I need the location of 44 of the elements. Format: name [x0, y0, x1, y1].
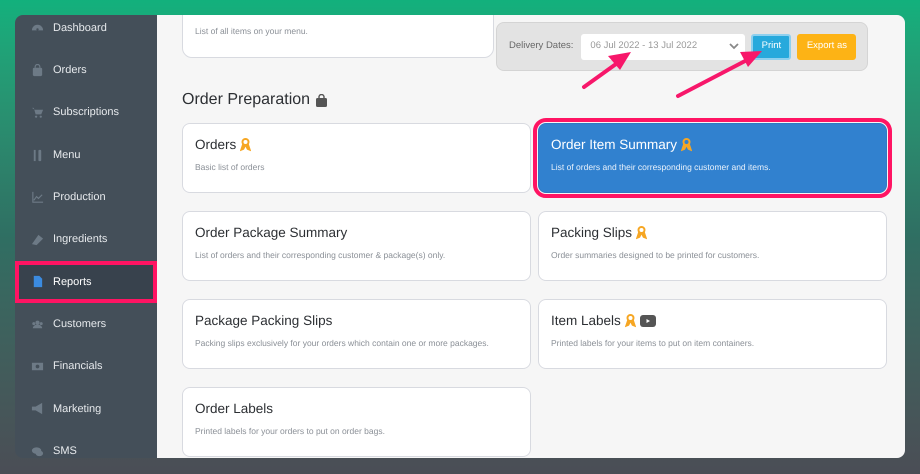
megaphone-icon	[31, 402, 44, 416]
card-description: List of all items on your menu.	[195, 25, 309, 38]
sidebar-item[interactable]: Marketing	[15, 388, 157, 430]
card-title: Order Item Summary	[551, 136, 678, 154]
report-card[interactable]: Packing Slips Order summaries designed to be printed for customers.	[538, 211, 887, 281]
document-icon	[31, 275, 44, 288]
sidebar-item[interactable]: SMS	[15, 430, 157, 458]
bag-icon	[31, 64, 44, 77]
card-description: List of orders and their corresponding customer & package(s) only.	[195, 249, 446, 262]
sidebar-item[interactable]: Ingredients	[15, 218, 157, 261]
sidebar-item[interactable]: Production	[15, 176, 157, 218]
card-description: Basic list of orders	[195, 161, 266, 174]
chevron-down-icon	[729, 43, 740, 50]
sidebar-item[interactable]: Financials	[15, 345, 157, 388]
chart-icon	[31, 190, 44, 204]
sidebar-item[interactable]: Customers	[15, 303, 157, 346]
card-title: Packing Slips	[551, 224, 632, 242]
section-title: Order Preparation	[182, 90, 310, 110]
card-description: Order summaries designed to be printed for customers.	[551, 249, 760, 262]
card-title: Package Packing Slips	[195, 312, 332, 330]
sidebar-item[interactable]: Subscriptions	[15, 92, 157, 134]
shopping-bag-icon	[315, 94, 328, 106]
card-title: Orders	[195, 136, 236, 154]
card-description: Packing slips exclusively for your orders which contain one or more packages.	[195, 337, 490, 350]
people-icon	[31, 318, 44, 331]
sidebar-item[interactable]: Menu	[15, 134, 157, 176]
report-card[interactable]: Order Package Summary List of orders and their corresponding customer & package(s) only.	[182, 211, 531, 281]
annotation-arrow	[582, 52, 631, 89]
sidebar-item[interactable]: Reports	[15, 260, 157, 304]
card-description: List of orders and their corresponding customer and items.	[551, 161, 772, 174]
filter-label: Delivery Dates:	[509, 39, 574, 54]
card-description: Printed labels for your items to put on item containers.	[551, 337, 756, 350]
report-card[interactable]: Package Packing Slips Packing slips exclusively for your orders which contain one or more packages.	[182, 299, 531, 369]
report-card[interactable]: Orders Basic list of orders	[182, 123, 531, 193]
chat-icon	[31, 444, 44, 458]
cart-icon	[31, 106, 44, 120]
card-title: Order Package Summary	[195, 224, 348, 242]
card-description: Printed labels for your orders to put on order bags.	[195, 425, 386, 438]
card-title: Order Labels	[195, 400, 274, 418]
report-card[interactable]: Item Labels Printed labels for your items to put on item containers.	[538, 299, 887, 369]
report-card[interactable]: Order Labels Printed labels for your orders to put on order bags.	[182, 387, 531, 457]
sidebar-item[interactable]: Dashboard	[15, 15, 157, 50]
sidebar-item[interactable]: Orders	[15, 49, 157, 92]
card-title: Item Labels	[551, 312, 621, 330]
